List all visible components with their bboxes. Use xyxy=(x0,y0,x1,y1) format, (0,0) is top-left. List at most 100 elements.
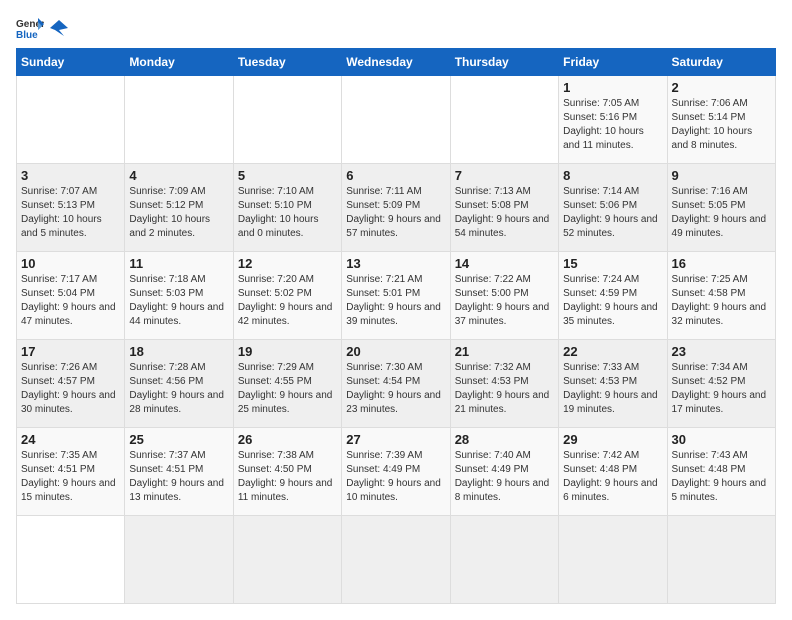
calendar-cell xyxy=(450,516,558,604)
weekday-header-tuesday: Tuesday xyxy=(233,49,341,76)
calendar-row: 1Sunrise: 7:05 AM Sunset: 5:16 PM Daylig… xyxy=(17,76,776,164)
day-number: 9 xyxy=(672,168,771,183)
calendar-cell xyxy=(233,516,341,604)
calendar-cell: 21 Sunrise: 7:32 AM Sunset: 4:53 PM Dayli… xyxy=(450,340,558,428)
calendar-cell: 7 Sunrise: 7:13 AM Sunset: 5:08 PM Daylig… xyxy=(450,164,558,252)
day-number: 14 xyxy=(455,256,554,271)
weekday-header-row: SundayMondayTuesdayWednesdayThursdayFrid… xyxy=(17,49,776,76)
day-info: Sunrise: 7:29 AM Sunset: 4:55 PM Dayligh… xyxy=(238,361,337,417)
day-number: 30 xyxy=(672,432,771,447)
calendar-cell xyxy=(125,76,233,164)
calendar-cell xyxy=(17,76,125,164)
calendar-cell xyxy=(342,516,450,604)
calendar-cell: 30Sunrise: 7:43 AM Sunset: 4:48 PM Dayli… xyxy=(667,428,775,516)
calendar-row: 10 Sunrise: 7:17 AM Sunset: 5:04 PM Dayli… xyxy=(17,252,776,340)
day-info: Sunrise: 7:40 AM Sunset: 4:49 PM Dayligh… xyxy=(455,449,554,505)
day-number: 3 xyxy=(21,168,120,183)
day-info: Sunrise: 7:38 AM Sunset: 4:50 PM Dayligh… xyxy=(238,449,337,505)
day-info: Sunrise: 7:24 AM Sunset: 4:59 PM Dayligh… xyxy=(563,273,662,329)
weekday-header-friday: Friday xyxy=(559,49,667,76)
day-info: Sunrise: 7:16 AM Sunset: 5:05 PM Dayligh… xyxy=(672,185,771,241)
weekday-header-thursday: Thursday xyxy=(450,49,558,76)
calendar-cell: 29Sunrise: 7:42 AM Sunset: 4:48 PM Dayli… xyxy=(559,428,667,516)
day-number: 21 xyxy=(455,344,554,359)
header: General Blue xyxy=(16,16,776,40)
weekday-header-monday: Monday xyxy=(125,49,233,76)
day-number: 15 xyxy=(563,256,662,271)
day-number: 18 xyxy=(129,344,228,359)
calendar-cell: 26 Sunrise: 7:38 AM Sunset: 4:50 PM Dayli… xyxy=(233,428,341,516)
day-info: Sunrise: 7:35 AM Sunset: 4:51 PM Dayligh… xyxy=(21,449,120,505)
day-info: Sunrise: 7:32 AM Sunset: 4:53 PM Dayligh… xyxy=(455,361,554,417)
calendar-table: SundayMondayTuesdayWednesdayThursdayFrid… xyxy=(16,48,776,604)
calendar-row xyxy=(17,516,776,604)
weekday-header-sunday: Sunday xyxy=(17,49,125,76)
calendar-cell: 1Sunrise: 7:05 AM Sunset: 5:16 PM Daylig… xyxy=(559,76,667,164)
day-info: Sunrise: 7:37 AM Sunset: 4:51 PM Dayligh… xyxy=(129,449,228,505)
day-number: 7 xyxy=(455,168,554,183)
day-info: Sunrise: 7:21 AM Sunset: 5:01 PM Dayligh… xyxy=(346,273,445,329)
day-number: 10 xyxy=(21,256,120,271)
day-info: Sunrise: 7:26 AM Sunset: 4:57 PM Dayligh… xyxy=(21,361,120,417)
day-info: Sunrise: 7:22 AM Sunset: 5:00 PM Dayligh… xyxy=(455,273,554,329)
day-info: Sunrise: 7:30 AM Sunset: 4:54 PM Dayligh… xyxy=(346,361,445,417)
day-info: Sunrise: 7:34 AM Sunset: 4:52 PM Dayligh… xyxy=(672,361,771,417)
calendar-cell: 4Sunrise: 7:09 AM Sunset: 5:12 PM Daylig… xyxy=(125,164,233,252)
weekday-header-saturday: Saturday xyxy=(667,49,775,76)
day-number: 13 xyxy=(346,256,445,271)
day-info: Sunrise: 7:33 AM Sunset: 4:53 PM Dayligh… xyxy=(563,361,662,417)
day-number: 24 xyxy=(21,432,120,447)
calendar-cell: 22 Sunrise: 7:33 AM Sunset: 4:53 PM Dayli… xyxy=(559,340,667,428)
day-info: Sunrise: 7:17 AM Sunset: 5:04 PM Dayligh… xyxy=(21,273,120,329)
day-number: 27 xyxy=(346,432,445,447)
day-number: 2 xyxy=(672,80,771,95)
calendar-cell: 8 Sunrise: 7:14 AM Sunset: 5:06 PM Daylig… xyxy=(559,164,667,252)
day-number: 26 xyxy=(238,432,337,447)
calendar-cell xyxy=(559,516,667,604)
logo-icon: General Blue xyxy=(16,16,44,40)
day-number: 17 xyxy=(21,344,120,359)
day-info: Sunrise: 7:25 AM Sunset: 4:58 PM Dayligh… xyxy=(672,273,771,329)
day-info: Sunrise: 7:06 AM Sunset: 5:14 PM Dayligh… xyxy=(672,97,771,153)
day-info: Sunrise: 7:39 AM Sunset: 4:49 PM Dayligh… xyxy=(346,449,445,505)
day-info: Sunrise: 7:20 AM Sunset: 5:02 PM Dayligh… xyxy=(238,273,337,329)
calendar-cell: 15 Sunrise: 7:24 AM Sunset: 4:59 PM Dayli… xyxy=(559,252,667,340)
calendar-cell: 27 Sunrise: 7:39 AM Sunset: 4:49 PM Dayli… xyxy=(342,428,450,516)
svg-text:Blue: Blue xyxy=(16,30,38,40)
day-number: 1 xyxy=(563,80,662,95)
calendar-cell: 25 Sunrise: 7:37 AM Sunset: 4:51 PM Dayli… xyxy=(125,428,233,516)
day-number: 5 xyxy=(238,168,337,183)
calendar-cell: 14 Sunrise: 7:22 AM Sunset: 5:00 PM Dayli… xyxy=(450,252,558,340)
day-info: Sunrise: 7:09 AM Sunset: 5:12 PM Dayligh… xyxy=(129,185,228,241)
calendar-cell: 12 Sunrise: 7:20 AM Sunset: 5:02 PM Dayli… xyxy=(233,252,341,340)
day-info: Sunrise: 7:11 AM Sunset: 5:09 PM Dayligh… xyxy=(346,185,445,241)
calendar-cell: 23 Sunrise: 7:34 AM Sunset: 4:52 PM Dayli… xyxy=(667,340,775,428)
calendar-cell: 28 Sunrise: 7:40 AM Sunset: 4:49 PM Dayli… xyxy=(450,428,558,516)
day-info: Sunrise: 7:14 AM Sunset: 5:06 PM Dayligh… xyxy=(563,185,662,241)
day-number: 22 xyxy=(563,344,662,359)
day-info: Sunrise: 7:13 AM Sunset: 5:08 PM Dayligh… xyxy=(455,185,554,241)
calendar-cell xyxy=(233,76,341,164)
day-number: 6 xyxy=(346,168,445,183)
logo: General Blue xyxy=(16,16,68,40)
day-number: 23 xyxy=(672,344,771,359)
calendar-cell xyxy=(17,516,125,604)
day-number: 8 xyxy=(563,168,662,183)
calendar-cell xyxy=(667,516,775,604)
calendar-cell: 2 Sunrise: 7:06 AM Sunset: 5:14 PM Daylig… xyxy=(667,76,775,164)
day-info: Sunrise: 7:07 AM Sunset: 5:13 PM Dayligh… xyxy=(21,185,120,241)
calendar-cell xyxy=(125,516,233,604)
calendar-cell: 6 Sunrise: 7:11 AM Sunset: 5:09 PM Daylig… xyxy=(342,164,450,252)
calendar-cell: 19Sunrise: 7:29 AM Sunset: 4:55 PM Dayli… xyxy=(233,340,341,428)
calendar-cell: 16 Sunrise: 7:25 AM Sunset: 4:58 PM Dayli… xyxy=(667,252,775,340)
day-number: 16 xyxy=(672,256,771,271)
calendar-cell: 9 Sunrise: 7:16 AM Sunset: 5:05 PM Daylig… xyxy=(667,164,775,252)
day-number: 12 xyxy=(238,256,337,271)
day-number: 28 xyxy=(455,432,554,447)
calendar-cell: 3 Sunrise: 7:07 AM Sunset: 5:13 PM Daylig… xyxy=(17,164,125,252)
calendar-cell: 5Sunrise: 7:10 AM Sunset: 5:10 PM Daylig… xyxy=(233,164,341,252)
day-info: Sunrise: 7:18 AM Sunset: 5:03 PM Dayligh… xyxy=(129,273,228,329)
day-number: 25 xyxy=(129,432,228,447)
calendar-cell: 24 Sunrise: 7:35 AM Sunset: 4:51 PM Dayli… xyxy=(17,428,125,516)
calendar-cell: 18Sunrise: 7:28 AM Sunset: 4:56 PM Dayli… xyxy=(125,340,233,428)
